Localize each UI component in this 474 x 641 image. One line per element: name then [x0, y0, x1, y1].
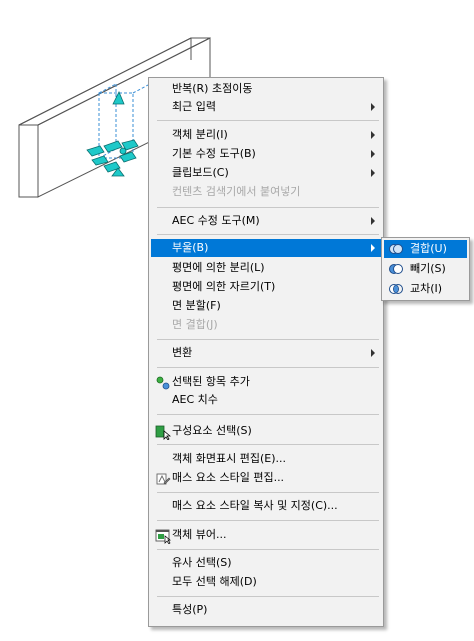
menu-item-label: 평면에 의한 분리(L): [172, 261, 265, 274]
add-selected-icon: [156, 376, 170, 390]
select-component-icon: [155, 425, 171, 440]
mass-style-icon: [156, 473, 171, 485]
menu-separator: [157, 492, 379, 493]
menu-item-convert[interactable]: 변환: [151, 344, 381, 362]
menu-item-label: 매스 요소 스타일 편집...: [172, 471, 285, 484]
menu-item-aec-dimension[interactable]: AEC 치수: [151, 391, 381, 409]
menu-item-label: AEC 수정 도구(M): [172, 214, 260, 227]
menu-item-explode[interactable]: 객체 분리(I): [151, 126, 381, 144]
menu-separator: [157, 207, 379, 208]
menu-item-label: 면 분할(F): [172, 299, 221, 312]
union-icon: [389, 244, 403, 254]
menu-item-label: 특성(P): [172, 603, 208, 616]
menu-separator: [157, 234, 379, 235]
menu-item-properties[interactable]: 특성(P): [151, 601, 381, 619]
menu-separator: [157, 549, 379, 550]
menu-item-label: 변환: [172, 346, 193, 359]
submenu-arrow-icon: [371, 103, 375, 111]
submenu-item-label: 결합(U): [410, 242, 447, 255]
menu-item-label: 반복(R) 초점이동: [172, 82, 253, 95]
submenu-item-intersect[interactable]: 교차(I): [384, 280, 467, 298]
menu-separator: [157, 520, 379, 521]
menu-item-split-by-plane[interactable]: 평면에 의한 분리(L): [151, 259, 381, 277]
menu-item-label: 선택된 항목 추가: [172, 375, 250, 388]
submenu-arrow-icon: [371, 349, 375, 357]
menu-item-object-viewer[interactable]: 객체 뷰어...: [151, 526, 381, 544]
menu-item-edit-object-display[interactable]: 객체 화면표시 편집(E)...: [151, 450, 381, 468]
menu-item-label: 클립보드(C): [172, 166, 229, 179]
menu-item-boolean[interactable]: 부울(B): [151, 239, 381, 257]
menu-separator: [157, 120, 379, 121]
menu-separator: [157, 414, 379, 415]
submenu-arrow-icon: [371, 217, 375, 225]
menu-item-label: 유사 선택(S): [172, 556, 232, 569]
menu-item-select-similar[interactable]: 유사 선택(S): [151, 554, 381, 572]
subtract-icon: [389, 264, 403, 274]
boolean-submenu: 결합(U) 빼기(S) 교차(I): [381, 237, 470, 301]
submenu-arrow-icon: [371, 169, 375, 177]
menu-item-label: 객체 분리(I): [172, 128, 228, 141]
submenu-arrow-icon: [371, 131, 375, 139]
menu-item-copy-assign-mass-style[interactable]: 매스 요소 스타일 복사 및 지정(C)...: [151, 497, 381, 515]
grip-handles[interactable]: [86, 91, 139, 177]
menu-item-join-face: 면 결합(J): [151, 316, 381, 334]
menu-item-label: AEC 치수: [172, 393, 218, 406]
menu-item-deselect-all[interactable]: 모두 선택 해제(D): [151, 573, 381, 591]
menu-item-aec-modify-tools[interactable]: AEC 수정 도구(M): [151, 212, 381, 230]
menu-item-split-face[interactable]: 면 분할(F): [151, 297, 381, 315]
menu-item-label: 부울(B): [172, 241, 209, 254]
object-viewer-icon: [155, 529, 171, 544]
menu-item-label: 객체 뷰어...: [172, 528, 227, 541]
submenu-item-label: 빼기(S): [410, 262, 446, 275]
submenu-item-subtract[interactable]: 빼기(S): [384, 260, 467, 278]
menu-item-clipboard[interactable]: 클립보드(C): [151, 164, 381, 182]
menu-item-basic-modify-tools[interactable]: 기본 수정 도구(B): [151, 145, 381, 163]
submenu-item-union[interactable]: 결합(U): [384, 240, 467, 258]
menu-item-label: 면 결합(J): [172, 318, 218, 331]
menu-item-label: 매스 요소 스타일 복사 및 지정(C)...: [172, 499, 338, 512]
menu-item-label: 기본 수정 도구(B): [172, 147, 256, 160]
menu-item-label: 평면에 의한 자르기(T): [172, 280, 276, 293]
menu-item-repeat[interactable]: 반복(R) 초점이동: [151, 80, 381, 98]
context-menu: 반복(R) 초점이동 최근 입력 객체 분리(I) 기본 수정 도구(B) 클립…: [148, 77, 384, 627]
menu-item-paste-from-content-browser: 컨텐츠 검색기에서 붙여넣기: [151, 183, 381, 201]
menu-item-label: 객체 화면표시 편집(E)...: [172, 452, 286, 465]
menu-item-label: 컨텐츠 검색기에서 붙여넣기: [172, 185, 301, 198]
intersect-icon: [389, 284, 403, 294]
menu-item-edit-mass-element-style[interactable]: 매스 요소 스타일 편집...: [151, 469, 381, 487]
menu-separator: [157, 367, 379, 368]
menu-separator: [157, 596, 379, 597]
menu-item-trim-by-plane[interactable]: 평면에 의한 자르기(T): [151, 278, 381, 296]
menu-item-label: 모두 선택 해제(D): [172, 575, 257, 588]
menu-item-label: 구성요소 선택(S): [172, 424, 252, 437]
menu-separator: [157, 444, 379, 445]
submenu-arrow-icon: [371, 150, 375, 158]
submenu-arrow-icon: [371, 244, 375, 252]
menu-item-add-selected[interactable]: 선택된 항목 추가: [151, 373, 381, 391]
submenu-item-label: 교차(I): [410, 282, 443, 295]
menu-item-label: 최근 입력: [172, 100, 216, 113]
menu-item-select-component[interactable]: 구성요소 선택(S): [151, 422, 381, 440]
menu-item-recent-input[interactable]: 최근 입력: [151, 98, 381, 116]
menu-separator: [157, 339, 379, 340]
